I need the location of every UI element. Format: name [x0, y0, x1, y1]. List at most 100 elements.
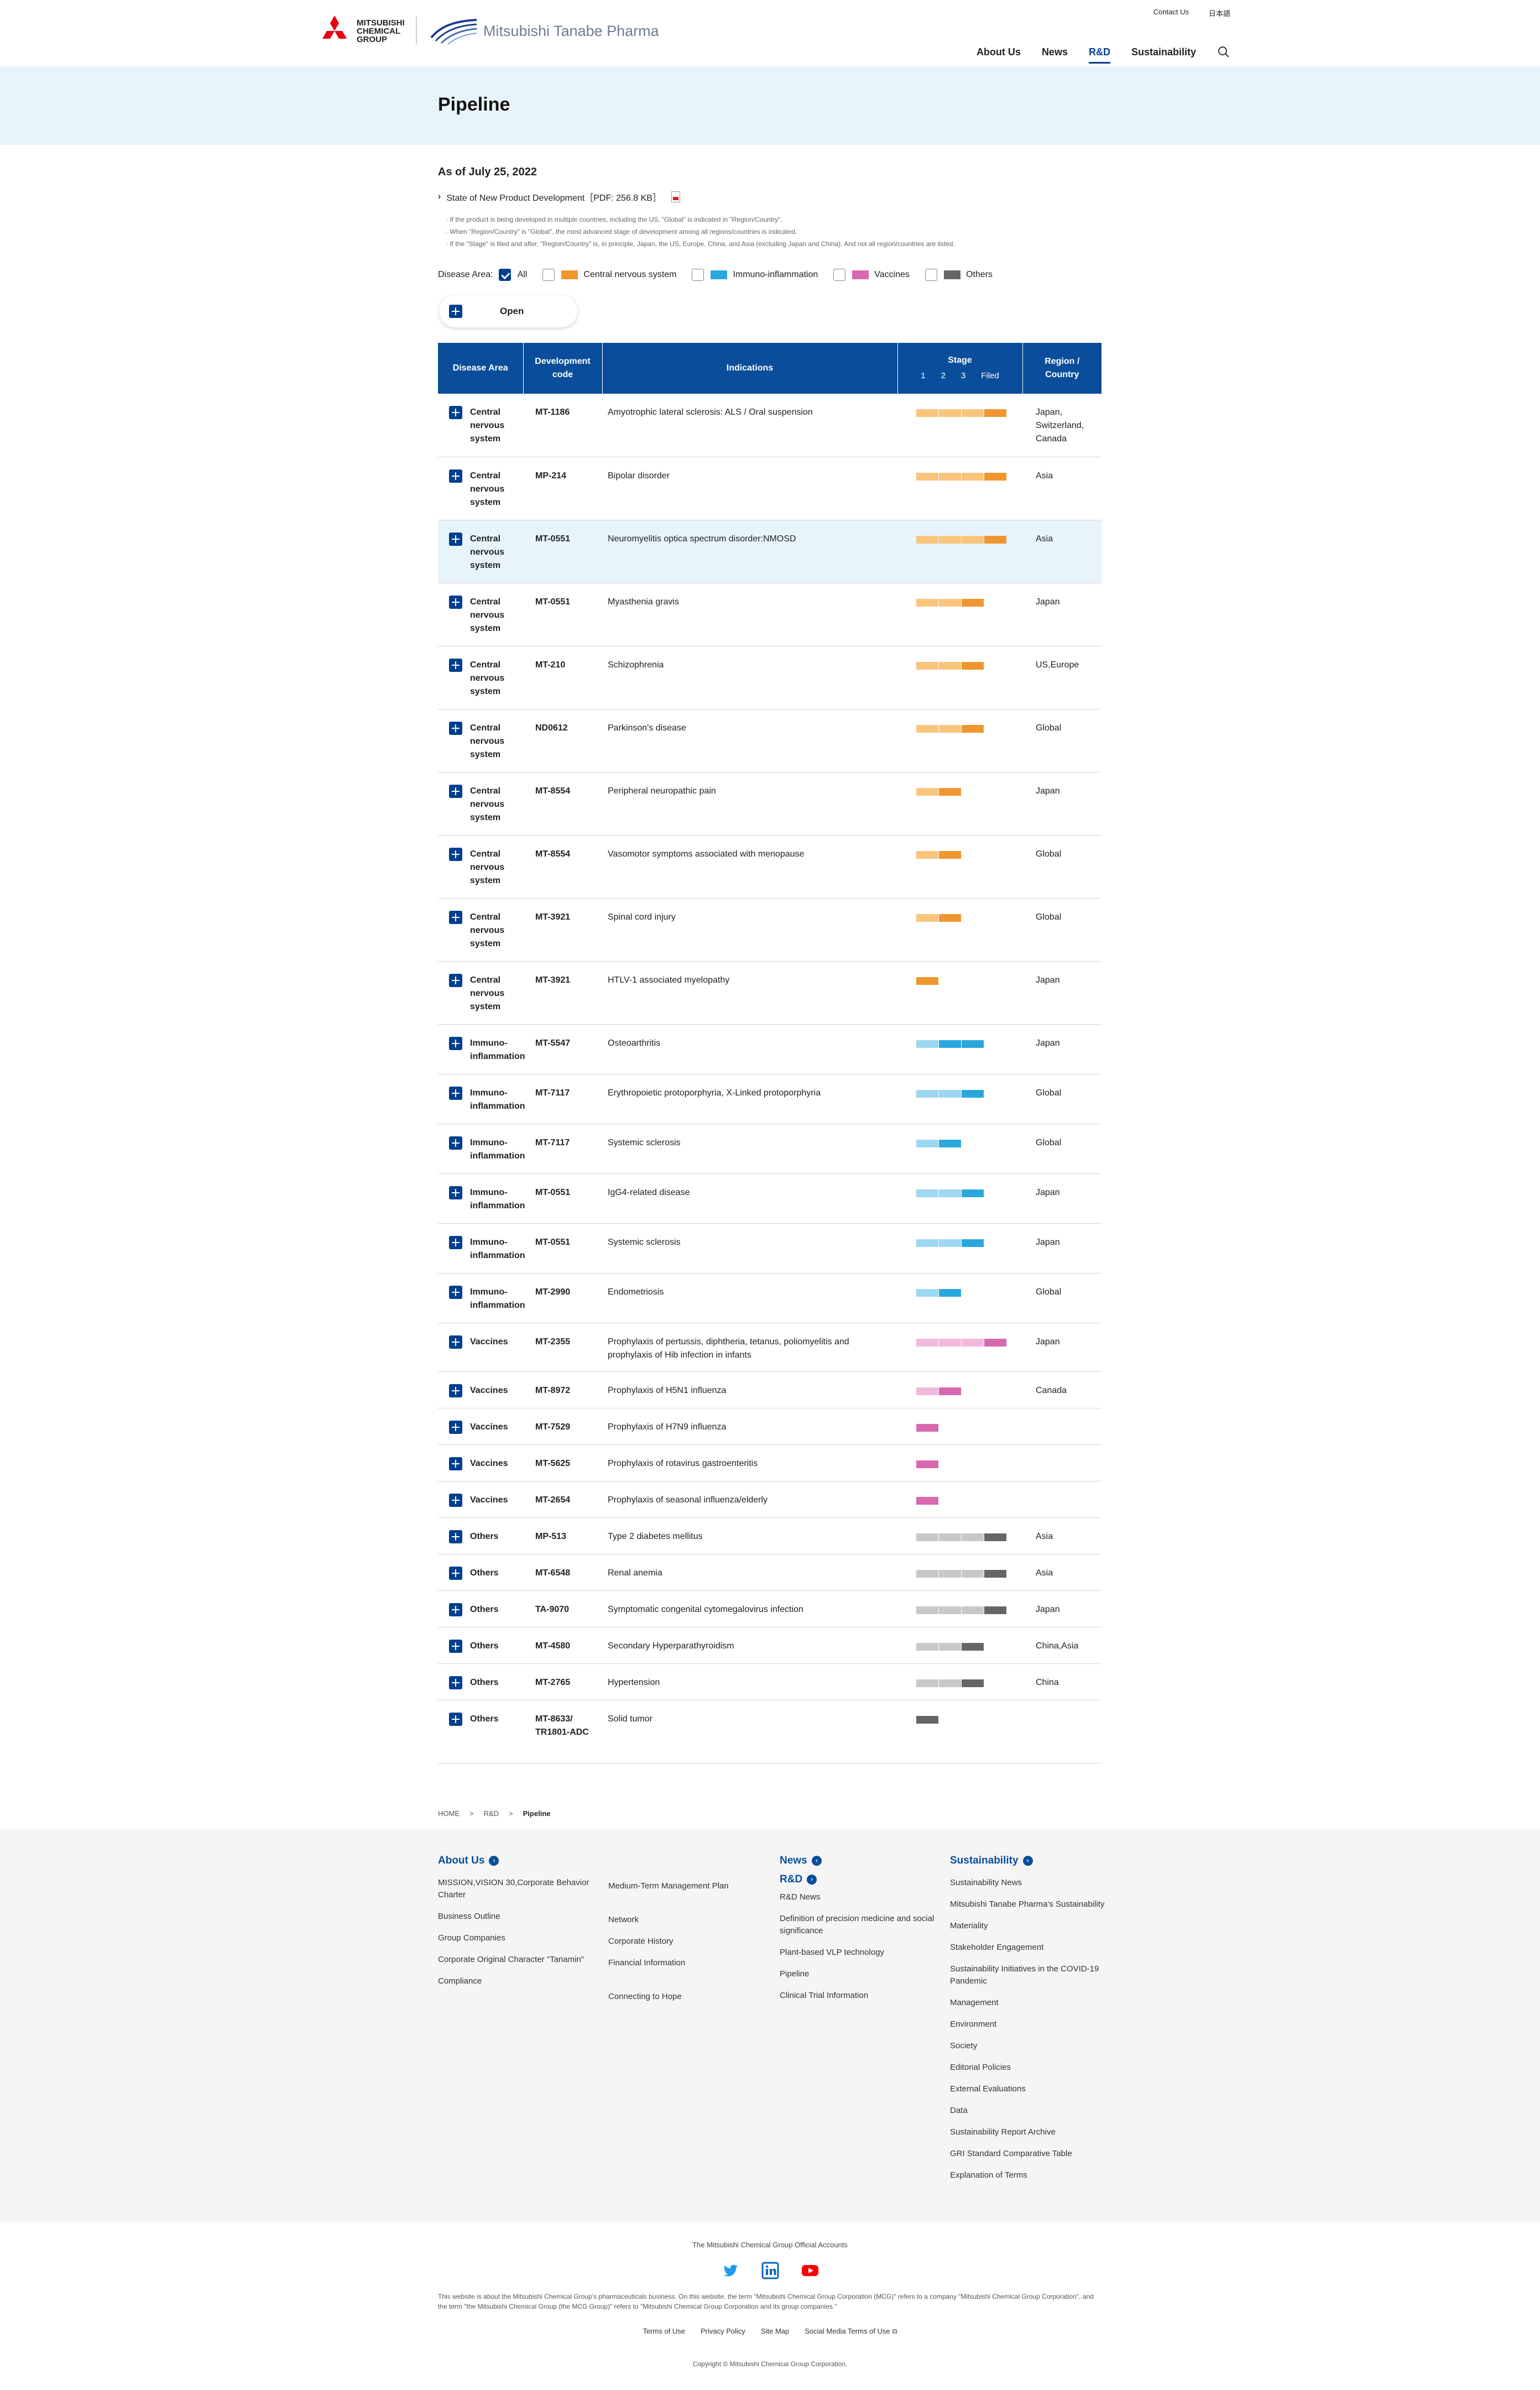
expand-plus-icon[interactable] — [449, 1036, 462, 1050]
expand-plus-icon[interactable] — [449, 1603, 462, 1616]
expand-plus-icon[interactable] — [449, 1676, 462, 1689]
footer-link[interactable]: External Evaluations — [950, 2083, 1110, 2095]
footer-link[interactable]: Medium-Term Management Plan — [608, 1880, 769, 1892]
filter-checkbox[interactable] — [692, 269, 704, 281]
pipeline-row[interactable]: Central nervous system MT-0551 Neuromyelit… — [438, 520, 1102, 583]
social-media-terms-link[interactable]: Social Media Terms of Use ⧉ — [805, 2327, 897, 2336]
footer-link[interactable]: Plant-based VLP technology — [780, 1947, 940, 1959]
filter-option[interactable]: Vaccines — [833, 269, 910, 281]
pipeline-row[interactable]: Others MT-4580 Secondary Hyperparathyroidi… — [438, 1627, 1102, 1664]
filter-option[interactable]: Immuno-inflammation — [692, 269, 818, 281]
open-all-button[interactable]: Open — [439, 295, 577, 327]
footer-link[interactable]: Financial Information — [608, 1957, 769, 1969]
expand-plus-icon[interactable] — [449, 1530, 462, 1543]
pipeline-row[interactable]: Immuno-inflammation MT-7117 Erythropoietic… — [438, 1074, 1102, 1124]
footer-link[interactable]: Business Outline — [438, 1911, 598, 1923]
footer-link[interactable]: Connecting to Hope — [608, 1991, 769, 2003]
footer-link[interactable]: Stakeholder Engagement — [950, 1942, 1110, 1954]
expand-plus-icon[interactable] — [449, 595, 462, 609]
footer-link[interactable]: Compliance — [438, 1975, 598, 1987]
footer-link[interactable]: Pipeline — [780, 1968, 940, 1980]
expand-plus-icon[interactable] — [449, 1136, 462, 1150]
pipeline-row[interactable]: Vaccines MT-7529 Prophylaxis of H7N9 influ… — [438, 1408, 1102, 1445]
expand-plus-icon[interactable] — [449, 721, 462, 735]
expand-plus-icon[interactable] — [449, 1384, 462, 1397]
search-icon[interactable] — [1217, 45, 1230, 59]
expand-plus-icon[interactable] — [449, 910, 462, 924]
footer-link[interactable]: Editorial Policies — [950, 2062, 1110, 2074]
footer-link[interactable]: Environment — [950, 2018, 1110, 2031]
pipeline-row[interactable]: Others MP-513 Type 2 diabetes mellitus Asia — [438, 1517, 1102, 1554]
expand-plus-icon[interactable] — [449, 406, 462, 419]
expand-plus-icon[interactable] — [449, 1086, 462, 1100]
mitsubishi-chemical-group-logo[interactable]: MITSUBISHI CHEMICAL GROUP — [318, 15, 412, 46]
expand-plus-icon[interactable] — [449, 469, 462, 483]
filter-checkbox[interactable] — [925, 269, 938, 281]
pipeline-row[interactable]: Vaccines MT-5625 Prophylaxis of rotavirus … — [438, 1444, 1102, 1481]
footer-link[interactable]: R&D News — [780, 1891, 940, 1903]
pipeline-row[interactable]: Central nervous system ND0612 Parkinson's … — [438, 709, 1102, 773]
linkedin-icon[interactable] — [761, 2262, 779, 2279]
pipeline-row[interactable]: Others MT-6548 Renal anemia Asia — [438, 1554, 1102, 1591]
privacy-policy-link[interactable]: Privacy Policy — [701, 2327, 745, 2336]
pipeline-row[interactable]: Immuno-inflammation MT-2990 Endometriosis G… — [438, 1273, 1102, 1323]
pipeline-row[interactable]: Central nervous system MT-8554 Vasomotor s… — [438, 835, 1102, 899]
pipeline-row[interactable]: Central nervous system MT-1186 Amyotrophic… — [438, 394, 1102, 457]
footer-link[interactable]: Management — [950, 1997, 1110, 2009]
contact-us-link[interactable]: Contact Us — [1153, 8, 1189, 18]
expand-plus-icon[interactable] — [449, 1457, 462, 1470]
terms-of-use-link[interactable]: Terms of Use — [643, 2327, 685, 2336]
expand-plus-icon[interactable] — [449, 973, 462, 987]
footer-link[interactable]: Society — [950, 2040, 1110, 2052]
pipeline-row[interactable]: Central nervous system MT-0551 Myasthenia … — [438, 583, 1102, 646]
youtube-icon[interactable] — [801, 2262, 819, 2279]
site-map-link[interactable]: Site Map — [761, 2327, 789, 2336]
filter-option[interactable]: Others — [925, 269, 993, 281]
footer-link[interactable]: Group Companies — [438, 1932, 598, 1944]
footer-link[interactable]: GRI Standard Comparative Table — [950, 2148, 1110, 2160]
footer-link[interactable]: Sustainability News — [950, 1877, 1110, 1889]
mitsubishi-tanabe-pharma-logo[interactable]: Mitsubishi Tanabe Pharma — [429, 15, 659, 46]
footer-about-heading[interactable]: About Us › — [438, 1855, 598, 1867]
nav-sustainability[interactable]: Sustainability — [1131, 46, 1196, 58]
footer-link[interactable]: Corporate History — [608, 1935, 769, 1948]
nav-rd[interactable]: R&D — [1088, 46, 1110, 64]
pipeline-row[interactable]: Others MT-8633/ TR1801-ADC Solid tumor — [438, 1700, 1102, 1763]
pipeline-row[interactable]: Central nervous system MT-3921 Spinal cord… — [438, 898, 1102, 962]
pipeline-row[interactable]: Central nervous system MT-210 Schizophreni… — [438, 646, 1102, 709]
pipeline-row[interactable]: Others MT-2765 Hypertension China — [438, 1663, 1102, 1700]
footer-link[interactable]: Definition of precision medicine and soc… — [780, 1913, 940, 1937]
expand-plus-icon[interactable] — [449, 532, 462, 546]
filter-option[interactable]: Central nervous system — [542, 269, 676, 281]
japanese-language-link[interactable]: 日本語 — [1209, 8, 1230, 18]
footer-link[interactable]: Sustainability Initiatives in the COVID-… — [950, 1963, 1110, 1987]
expand-plus-icon[interactable] — [449, 847, 462, 861]
nav-news[interactable]: News — [1042, 46, 1068, 58]
expand-plus-icon[interactable] — [449, 658, 462, 672]
pipeline-row[interactable]: Central nervous system MP-214 Bipolar diso… — [438, 457, 1102, 520]
pdf-download-link[interactable]: › State of New Product Development［PDF: … — [438, 190, 680, 203]
footer-link[interactable]: Explanation of Terms — [950, 2169, 1110, 2182]
footer-link[interactable]: Corporate Original Character "Tanamin" — [438, 1954, 598, 1966]
expand-plus-icon[interactable] — [449, 1420, 462, 1434]
expand-plus-icon[interactable] — [449, 1493, 462, 1507]
filter-option[interactable]: All — [498, 269, 527, 281]
pipeline-row[interactable]: Immuno-inflammation MT-0551 Systemic scler… — [438, 1223, 1102, 1274]
expand-plus-icon[interactable] — [449, 1566, 462, 1580]
pipeline-row[interactable]: Central nervous system MT-8554 Peripheral … — [438, 772, 1102, 836]
expand-plus-icon[interactable] — [449, 784, 462, 798]
expand-plus-icon[interactable] — [449, 1712, 462, 1726]
expand-plus-icon[interactable] — [449, 1186, 462, 1199]
footer-link[interactable]: Clinical Trial Information — [780, 1990, 940, 2002]
pipeline-row[interactable]: Central nervous system MT-3921 HTLV-1 asso… — [438, 961, 1102, 1025]
filter-checkbox[interactable] — [498, 269, 511, 281]
filter-checkbox[interactable] — [542, 269, 555, 281]
pipeline-row[interactable]: Immuno-inflammation MT-5547 Osteoarthritis… — [438, 1024, 1102, 1074]
footer-link[interactable]: Mitsubishi Tanabe Pharma's Sustainabilit… — [950, 1898, 1110, 1911]
footer-link[interactable]: MISSION,VISION 30,Corporate Behavior Cha… — [438, 1877, 598, 1901]
pipeline-row[interactable]: Immuno-inflammation MT-7117 Systemic scler… — [438, 1124, 1102, 1174]
pipeline-row[interactable]: Vaccines MT-8972 Prophylaxis of H5N1 influ… — [438, 1371, 1102, 1408]
footer-link[interactable]: Sustainability Report Archive — [950, 2126, 1110, 2138]
breadcrumb-rd[interactable]: R&D — [484, 1809, 499, 1818]
footer-sustainability-heading[interactable]: Sustainability › — [950, 1855, 1110, 1867]
